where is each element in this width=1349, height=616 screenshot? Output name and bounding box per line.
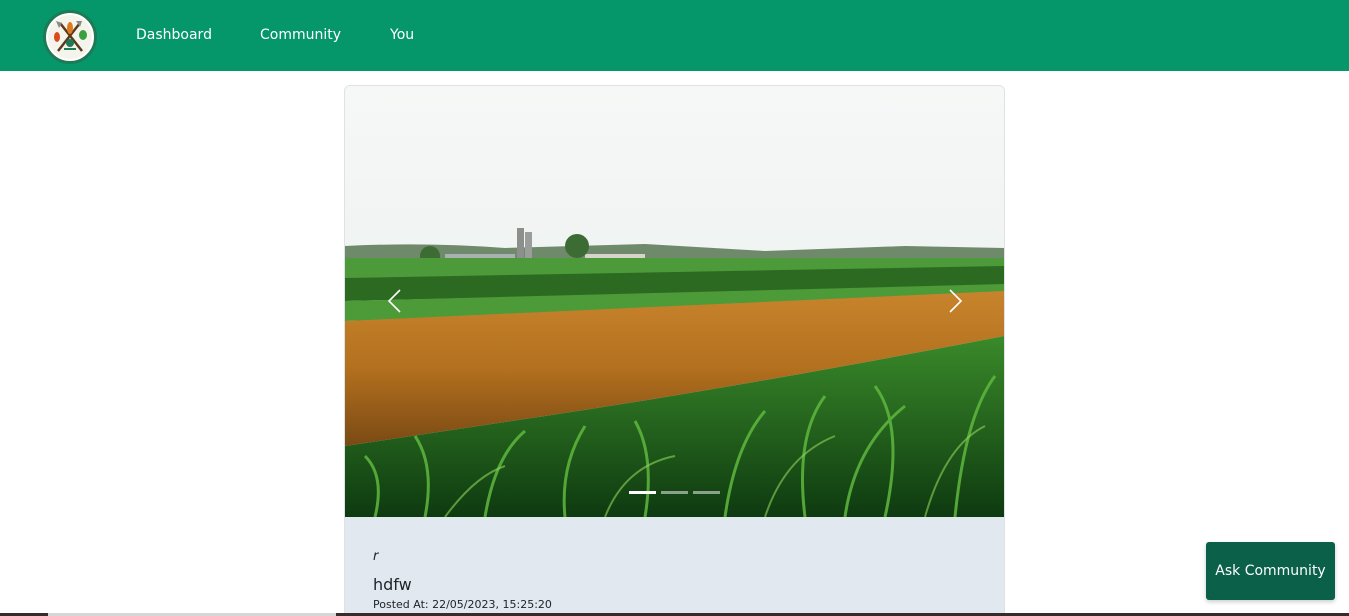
chevron-left-icon	[387, 289, 401, 313]
image-carousel	[345, 86, 1004, 517]
post-card: r hdfw Posted At: 22/05/2023, 15:25:20	[344, 85, 1005, 616]
nav-you-link[interactable]: You	[390, 26, 414, 44]
post-category: r	[373, 549, 379, 564]
carousel-indicator-1[interactable]	[629, 491, 656, 494]
nav-dashboard-link[interactable]: Dashboard	[136, 26, 212, 44]
nav-community-link[interactable]: Community	[260, 26, 341, 44]
chevron-right-icon	[949, 289, 963, 313]
post-title: hdfw	[373, 575, 412, 594]
post-card-body: r hdfw Posted At: 22/05/2023, 15:25:20	[345, 517, 1004, 616]
carousel-indicators	[629, 491, 721, 497]
farm-field-image	[345, 86, 1004, 517]
carousel-indicator-3[interactable]	[693, 491, 720, 494]
carousel-next-button[interactable]	[939, 286, 969, 316]
carousel-indicator-2[interactable]	[661, 491, 688, 494]
carousel-prev-button[interactable]	[381, 286, 411, 316]
post-timestamp: Posted At: 22/05/2023, 15:25:20	[373, 598, 552, 611]
ask-community-button[interactable]: Ask Community	[1206, 542, 1335, 600]
farm-tools-logo-icon[interactable]	[43, 10, 97, 64]
top-navbar: Dashboard Community You	[0, 0, 1349, 71]
